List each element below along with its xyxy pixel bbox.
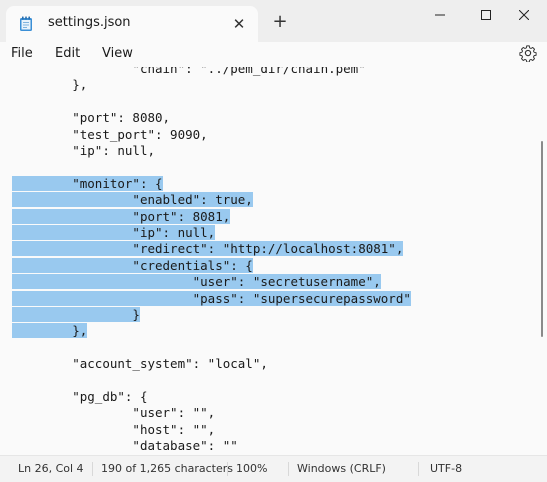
maximize-icon bbox=[481, 10, 491, 20]
cursor-position: Ln 26, Col 4 bbox=[18, 462, 84, 475]
selected-text: "monitor": { bbox=[12, 175, 163, 191]
tab-title: settings.json bbox=[48, 15, 131, 30]
editor-line-text: }, bbox=[72, 323, 88, 339]
title-bar: settings.json ✕ + bbox=[0, 0, 547, 42]
minimize-icon bbox=[435, 14, 445, 16]
status-bar: Ln 26, Col 4 190 of 1,265 characters 100… bbox=[0, 455, 547, 481]
editor-line: "pg_db": { bbox=[12, 389, 147, 405]
editor-line: "redirect": "http://localhost:8081", bbox=[12, 241, 404, 257]
editor-line: "monitor": { bbox=[12, 175, 163, 192]
vertical-scrollbar[interactable] bbox=[541, 141, 543, 337]
editor-line-text: "pg_db": { bbox=[72, 389, 148, 404]
selected-text: "ip": null, bbox=[12, 225, 216, 240]
editor-line-text: "ip": null, bbox=[132, 225, 216, 240]
menu-file[interactable]: File bbox=[11, 43, 33, 65]
editor-line-text: "enabled": true, bbox=[132, 192, 253, 208]
editor-line-text: "credentials": { bbox=[132, 257, 253, 273]
selected-text: } bbox=[12, 307, 140, 322]
selected-text: "redirect": "http://localhost:8081", bbox=[12, 241, 404, 257]
selected-text: "port": 8081, bbox=[12, 208, 231, 224]
selected-text: "user": "secretusername", bbox=[12, 274, 381, 290]
editor-line-text: } bbox=[132, 307, 140, 322]
editor-line: "ip": null, bbox=[12, 143, 155, 159]
encoding[interactable]: UTF-8 bbox=[430, 456, 462, 482]
selected-text: "enabled": true, bbox=[12, 192, 253, 208]
editor-line-text: "user": "secretusername", bbox=[192, 274, 381, 290]
editor-line-text: "chain": "../pem_dir/chain.pem" bbox=[132, 67, 366, 76]
editor-line-text: "redirect": "http://localhost:8081", bbox=[132, 241, 404, 257]
editor-line-text: "port": 8080, bbox=[72, 110, 171, 126]
zoom-level[interactable]: 100% bbox=[236, 456, 267, 482]
menu-edit[interactable]: Edit bbox=[55, 43, 80, 65]
editor-line-text: "host": "", bbox=[132, 421, 216, 437]
status-divider bbox=[227, 462, 228, 476]
editor-line-text: "account_system": "local", bbox=[72, 356, 268, 372]
editor-line-text: "ip": null, bbox=[72, 143, 156, 158]
editor-line: "port": 8081, bbox=[12, 208, 231, 225]
line-ending[interactable]: Windows (CRLF) bbox=[297, 456, 386, 482]
status-divider bbox=[418, 462, 419, 476]
selected-text: }, bbox=[12, 323, 88, 339]
editor-line-text: "monitor": { bbox=[72, 175, 163, 191]
editor-line: "account_system": "local", bbox=[12, 356, 268, 372]
editor-line: "user": "secretusername", bbox=[12, 274, 381, 290]
editor-line: }, bbox=[12, 323, 88, 339]
close-window-button[interactable] bbox=[501, 0, 547, 30]
editor-line: "ip": null, bbox=[12, 225, 216, 241]
editor-line: "enabled": true, bbox=[12, 192, 253, 208]
menu-view[interactable]: View bbox=[102, 43, 133, 65]
selected-text: "pass": "supersecurepassword" bbox=[12, 290, 411, 306]
editor-line: "port": 8080, bbox=[12, 110, 170, 126]
editor-line-text: "user": "", bbox=[132, 405, 216, 421]
editor-line: }, bbox=[12, 77, 87, 93]
editor-line-text: "port": 8081, bbox=[132, 208, 231, 224]
tab-settings-json[interactable]: settings.json ✕ bbox=[6, 6, 258, 42]
editor-line: "test_port": 9090, bbox=[12, 126, 208, 143]
status-divider bbox=[92, 462, 93, 476]
editor-line: } bbox=[12, 307, 140, 323]
close-icon bbox=[519, 10, 529, 20]
selected-text: "credentials": { bbox=[12, 257, 253, 273]
editor-line: "user": "", bbox=[12, 405, 215, 421]
editor-line: "credentials": { bbox=[12, 257, 253, 274]
minimize-button[interactable] bbox=[417, 0, 463, 30]
editor-line: "chain": "../pem_dir/chain.pem" bbox=[12, 67, 366, 77]
selection-count: 190 of 1,265 characters bbox=[101, 462, 233, 475]
editor-line-text: "pass": "supersecurepassword" bbox=[192, 290, 411, 306]
editor-line: "host": "", bbox=[12, 422, 215, 438]
editor-line-text: }, bbox=[72, 77, 88, 93]
editor-line: "database": "" bbox=[12, 438, 238, 454]
notepad-icon bbox=[19, 16, 33, 32]
text-editor[interactable]: "chain": "../pem_dir/chain.pem" }, "port… bbox=[0, 67, 547, 455]
close-tab-button[interactable]: ✕ bbox=[230, 15, 248, 33]
editor-line: "pass": "supersecurepassword" bbox=[12, 290, 411, 307]
menu-bar: File Edit View bbox=[0, 42, 547, 67]
new-tab-button[interactable]: + bbox=[270, 12, 290, 32]
status-divider bbox=[288, 462, 289, 476]
editor-line-text: "test_port": 9090, bbox=[72, 126, 208, 142]
settings-gear-icon[interactable] bbox=[519, 44, 537, 63]
editor-line-text: "database": "" bbox=[132, 438, 238, 454]
